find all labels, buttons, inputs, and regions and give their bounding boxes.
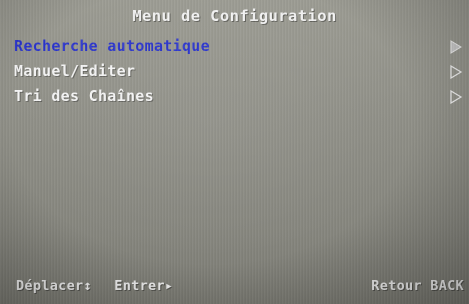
menu-item-label: Tri des Chaînes bbox=[14, 87, 154, 105]
tv-screen: Menu de Configuration Recherche automati… bbox=[0, 0, 469, 304]
menu-title: Menu de Configuration bbox=[132, 7, 337, 25]
menu-item-manual-edit[interactable]: Manuel/Editer bbox=[14, 59, 464, 84]
help-bar: Déplacer↕ Entrer▸ Retour BACK bbox=[16, 278, 464, 294]
chevron-right-icon bbox=[450, 40, 462, 54]
enter-hint: Entrer▸ bbox=[114, 278, 174, 294]
settings-menu: Recherche automatique Manuel/Editer Tri … bbox=[14, 34, 464, 109]
chevron-right-icon bbox=[450, 90, 462, 104]
move-hint: Déplacer↕ bbox=[16, 278, 92, 294]
back-hint[interactable]: Retour BACK bbox=[371, 278, 464, 294]
menu-item-channel-sort[interactable]: Tri des Chaînes bbox=[14, 84, 464, 109]
menu-item-auto-search[interactable]: Recherche automatique bbox=[14, 34, 464, 59]
menu-item-label: Manuel/Editer bbox=[14, 62, 136, 80]
chevron-right-icon bbox=[450, 65, 462, 79]
menu-item-label: Recherche automatique bbox=[14, 37, 210, 55]
